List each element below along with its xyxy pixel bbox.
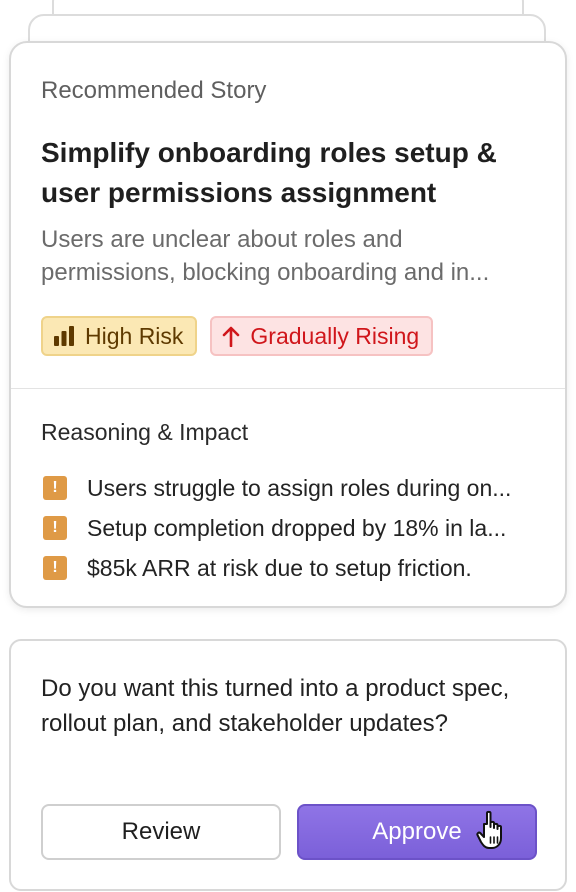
badge-row: High Risk Gradually Rising [41, 316, 434, 356]
story-description: Users are unclear about roles and permis… [41, 223, 541, 289]
warning-icon: ! [43, 556, 67, 580]
story-title: Simplify onboarding roles setup & user p… [41, 137, 497, 208]
arrow-up-icon [222, 325, 240, 347]
approval-question: Do you want this turned into a product s… [41, 675, 510, 737]
reasoning-title: Reasoning & Impact [41, 419, 249, 445]
reasoning-item-text: Setup completion dropped by 18% in la... [87, 514, 507, 541]
risk-badge-label: High Risk [85, 322, 184, 349]
review-button[interactable]: Review [41, 804, 281, 860]
risk-badge: High Risk [41, 316, 198, 356]
bar-chart-icon [53, 326, 75, 346]
warning-icon: ! [43, 516, 67, 540]
reasoning-item: ! $85k ARR at risk due to setup friction… [43, 548, 553, 588]
story-description-line: permissions, blocking onboarding and in.… [41, 259, 490, 286]
reasoning-item: ! Users struggle to assign roles during … [43, 468, 553, 508]
reasoning-list: ! Users struggle to assign roles during … [43, 468, 553, 588]
trend-badge-label: Gradually Rising [250, 322, 420, 349]
recommended-story-card[interactable]: Recommended Story Simplify onboarding ro… [9, 41, 567, 608]
warning-icon: ! [43, 476, 67, 500]
card-eyebrow: Recommended Story [41, 77, 267, 104]
story-recommendation-panel: Recommended Story Simplify onboarding ro… [0, 0, 576, 892]
reasoning-item-text: $85k ARR at risk due to setup friction. [87, 554, 472, 581]
trend-badge: Gradually Rising [210, 316, 434, 356]
hand-pointer-cursor-icon [476, 810, 510, 850]
section-divider [11, 388, 565, 389]
reasoning-item: ! Setup completion dropped by 18% in la.… [43, 508, 553, 548]
story-description-line: Users are unclear about roles and [41, 226, 403, 253]
reasoning-item-text: Users struggle to assign roles during on… [87, 474, 512, 501]
approval-prompt-card: Do you want this turned into a product s… [9, 639, 567, 891]
